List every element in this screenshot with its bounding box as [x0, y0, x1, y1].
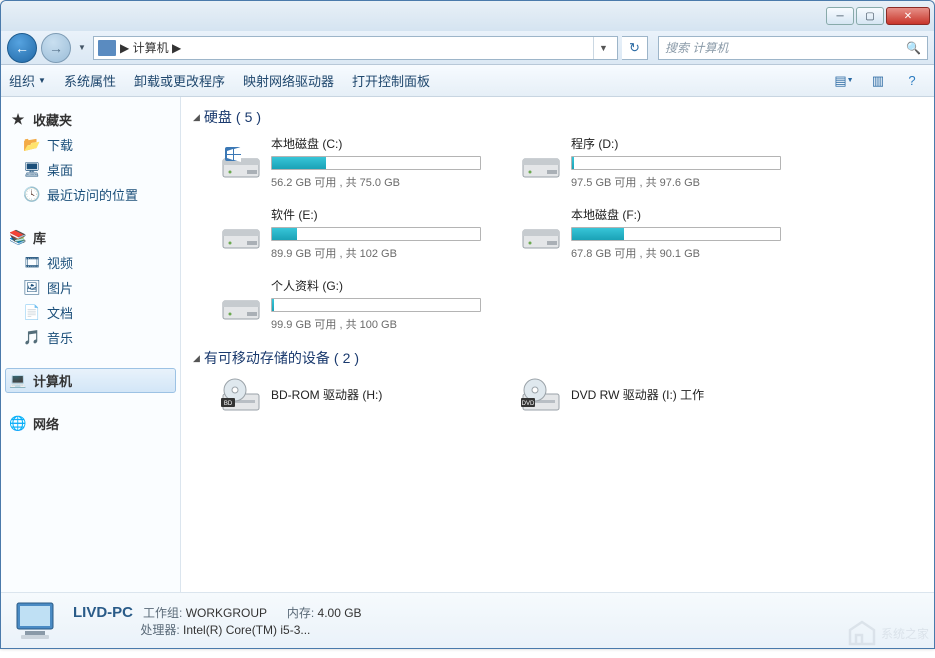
- close-button[interactable]: ✕: [886, 7, 930, 25]
- hard-disk-icon: [219, 143, 263, 183]
- breadcrumb-sep: ▶: [172, 41, 181, 55]
- drive-label: DVD RW 驱动器 (I:) 工作: [571, 386, 791, 403]
- svg-text:BD: BD: [224, 401, 233, 407]
- sidebar-item-recent[interactable]: 🕓最近访问的位置: [5, 182, 176, 207]
- sidebar-item-downloads[interactable]: 📂下载: [5, 132, 176, 157]
- breadcrumb[interactable]: ▶ 计算机 ▶ ▼: [93, 36, 618, 60]
- group-header-removable[interactable]: ◢ 有可移动存储的设备 (2): [193, 344, 922, 372]
- nav-history-dropdown[interactable]: ▼: [75, 34, 89, 62]
- sidebar-network[interactable]: 🌐网络: [5, 411, 176, 436]
- svg-text:DVD: DVD: [522, 401, 535, 407]
- drive-label: 个人资料 (G:): [271, 277, 491, 294]
- group-header-hdd[interactable]: ◢ 硬盘 (5): [193, 103, 922, 131]
- drive-status: 67.8 GB 可用 , 共 90.1 GB: [571, 245, 791, 261]
- hard-disk-icon: [519, 143, 563, 183]
- search-input[interactable]: 搜索 计算机 🔍: [658, 36, 928, 60]
- sidebar-item-music[interactable]: 🎵音乐: [5, 325, 176, 350]
- titlebar: ─ ▢ ✕: [1, 1, 934, 31]
- breadcrumb-location[interactable]: 计算机: [133, 39, 169, 56]
- network-icon: 🌐: [9, 416, 27, 432]
- collapse-icon: ◢: [193, 353, 200, 364]
- watermark: 系统之家: [847, 620, 929, 646]
- sidebar-item-documents[interactable]: 📄文档: [5, 300, 176, 325]
- drive-item[interactable]: 个人资料 (G:) 99.9 GB 可用 , 共 100 GB: [215, 273, 495, 336]
- drive-status: 97.5 GB 可用 , 共 97.6 GB: [571, 174, 791, 190]
- drive-label: 软件 (E:): [271, 206, 491, 223]
- drive-status: 99.9 GB 可用 , 共 100 GB: [271, 316, 491, 332]
- drive-status: 89.9 GB 可用 , 共 102 GB: [271, 245, 491, 261]
- search-placeholder: 搜索 计算机: [665, 39, 728, 56]
- search-icon: 🔍: [906, 41, 921, 55]
- sidebar-item-pictures[interactable]: 🖼图片: [5, 275, 176, 300]
- star-icon: ★: [9, 112, 27, 128]
- toolbar-control-panel[interactable]: 打开控制面板: [352, 71, 430, 90]
- usage-bar: [271, 298, 481, 312]
- usage-bar: [571, 227, 781, 241]
- hard-disk-icon: [219, 214, 263, 254]
- usage-bar: [271, 227, 481, 241]
- usage-bar: [571, 156, 781, 170]
- usage-bar: [271, 156, 481, 170]
- details-info: LIVD-PC 工作组: WORKGROUP 内存: 4.00 GB 处理器: …: [73, 604, 362, 638]
- video-icon: 🎞: [23, 255, 41, 271]
- optical-drive-item[interactable]: BD BD-ROM 驱动器 (H:): [215, 372, 495, 420]
- recent-icon: 🕓: [23, 187, 41, 203]
- details-computer-name: LIVD-PC: [73, 604, 133, 621]
- toolbar-uninstall-programs[interactable]: 卸载或更改程序: [134, 71, 225, 90]
- drive-label: 本地磁盘 (F:): [571, 206, 791, 223]
- drive-item[interactable]: 本地磁盘 (F:) 67.8 GB 可用 , 共 90.1 GB: [515, 202, 795, 265]
- organize-menu[interactable]: 组织 ▼: [9, 71, 46, 90]
- sidebar-item-videos[interactable]: 🎞视频: [5, 250, 176, 275]
- hard-disk-icon: [219, 285, 263, 325]
- collapse-icon: ◢: [193, 112, 200, 123]
- drive-label: 本地磁盘 (C:): [271, 135, 491, 152]
- nav-bar: ← → ▼ ▶ 计算机 ▶ ▼ ↻ 搜索 计算机 🔍: [1, 31, 934, 65]
- computer-icon: 💻: [9, 373, 27, 389]
- folder-icon: 📂: [23, 137, 41, 153]
- optical-drive-item[interactable]: DVD DVD RW 驱动器 (I:) 工作: [515, 372, 795, 420]
- sidebar: ★收藏夹 📂下载 🖥桌面 🕓最近访问的位置 📚库 🎞视频 🖼图片 📄文档 🎵音乐…: [1, 97, 181, 592]
- view-options-button[interactable]: ▤ ▼: [830, 70, 858, 92]
- sidebar-item-desktop[interactable]: 🖥桌面: [5, 157, 176, 182]
- refresh-button[interactable]: ↻: [622, 36, 648, 60]
- toolbar-system-properties[interactable]: 系统属性: [64, 71, 116, 90]
- optical-disc-icon: BD: [219, 376, 263, 416]
- sidebar-libraries[interactable]: 📚库: [5, 225, 176, 250]
- preview-pane-button[interactable]: ▥: [864, 70, 892, 92]
- hard-disk-icon: [519, 214, 563, 254]
- maximize-button[interactable]: ▢: [856, 7, 884, 25]
- sidebar-computer[interactable]: 💻计算机: [5, 368, 176, 393]
- picture-icon: 🖼: [23, 280, 41, 296]
- toolbar: 组织 ▼ 系统属性 卸载或更改程序 映射网络驱动器 打开控制面板 ▤ ▼ ▥ ?: [1, 65, 934, 97]
- drive-status: 56.2 GB 可用 , 共 75.0 GB: [271, 174, 491, 190]
- breadcrumb-sep: ▶: [120, 41, 129, 55]
- drive-label: 程序 (D:): [571, 135, 791, 152]
- minimize-button[interactable]: ─: [826, 7, 854, 25]
- document-icon: 📄: [23, 305, 41, 321]
- drive-item[interactable]: 程序 (D:) 97.5 GB 可用 , 共 97.6 GB: [515, 131, 795, 194]
- details-pane: LIVD-PC 工作组: WORKGROUP 内存: 4.00 GB 处理器: …: [1, 592, 934, 648]
- drive-item[interactable]: 软件 (E:) 89.9 GB 可用 , 共 102 GB: [215, 202, 495, 265]
- music-icon: 🎵: [23, 330, 41, 346]
- drive-label: BD-ROM 驱动器 (H:): [271, 386, 491, 403]
- optical-disc-icon: DVD: [519, 376, 563, 416]
- explorer-window: ─ ▢ ✕ ← → ▼ ▶ 计算机 ▶ ▼ ↻ 搜索 计算机 🔍 组织 ▼ 系统…: [0, 0, 935, 649]
- computer-large-icon: [11, 599, 59, 643]
- nav-forward-button[interactable]: →: [41, 33, 71, 63]
- content-pane: ◢ 硬盘 (5) 本地磁盘 (C:) 56.2 GB 可用 , 共 75.0 G…: [181, 97, 934, 592]
- breadcrumb-dropdown[interactable]: ▼: [593, 37, 613, 59]
- library-icon: 📚: [9, 230, 27, 246]
- toolbar-map-network-drive[interactable]: 映射网络驱动器: [243, 71, 334, 90]
- sidebar-favorites[interactable]: ★收藏夹: [5, 107, 176, 132]
- nav-back-button[interactable]: ←: [7, 33, 37, 63]
- desktop-icon: 🖥: [23, 162, 41, 178]
- computer-icon: [98, 40, 116, 56]
- drive-item[interactable]: 本地磁盘 (C:) 56.2 GB 可用 , 共 75.0 GB: [215, 131, 495, 194]
- help-button[interactable]: ?: [898, 70, 926, 92]
